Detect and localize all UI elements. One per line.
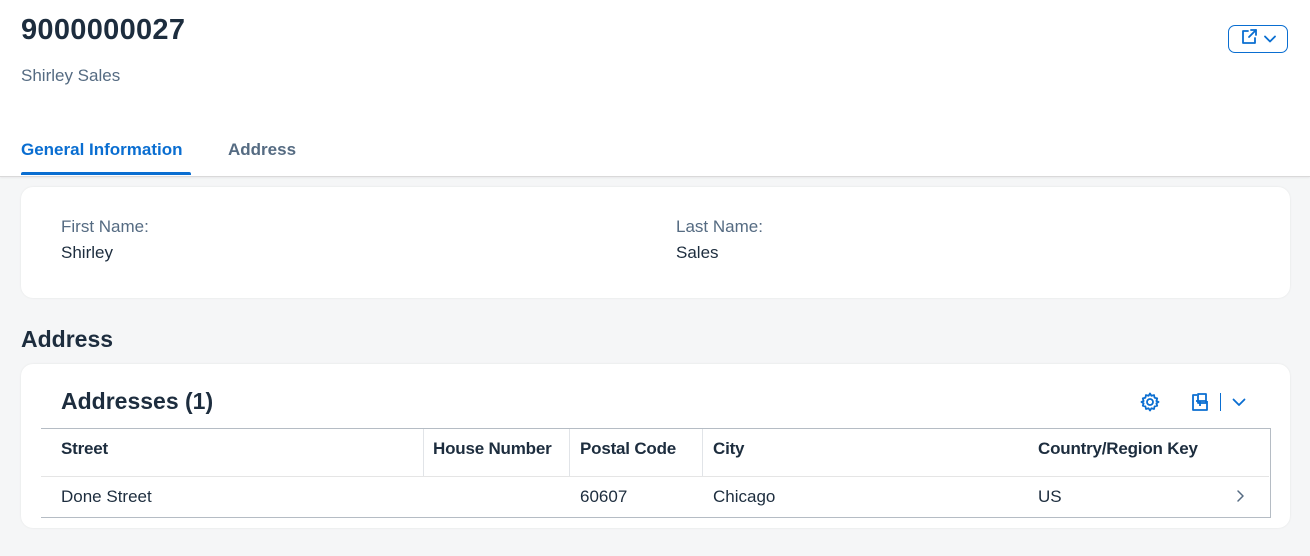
addresses-table-card: Addresses (1) Street House Number Postal — [21, 364, 1290, 528]
column-header-postal-code[interactable]: Postal Code — [580, 439, 676, 459]
tab-address[interactable]: Address — [228, 140, 296, 160]
row-navigation-chevron-icon[interactable] — [1235, 489, 1245, 508]
toolbar-separator — [1220, 393, 1221, 411]
first-name-value: Shirley — [61, 243, 113, 262]
object-page-header: 9000000027 Shirley Sales General Informa… — [0, 0, 1310, 177]
column-separator — [702, 429, 703, 476]
export-icon[interactable] — [1188, 390, 1212, 414]
settings-icon[interactable] — [1138, 390, 1162, 414]
chevron-down-icon — [1264, 30, 1276, 48]
column-header-country-region-key[interactable]: Country/Region Key — [1038, 439, 1198, 459]
general-information-card: First Name: Shirley Last Name: Sales — [21, 187, 1290, 298]
cell-country-region-key: US — [1038, 487, 1062, 506]
address-section-title: Address — [21, 326, 114, 352]
column-header-house-number[interactable]: House Number — [433, 439, 552, 459]
column-header-street[interactable]: Street — [61, 439, 108, 459]
cell-street: Done Street — [61, 487, 152, 506]
selected-tab-indicator — [21, 172, 191, 175]
column-separator — [423, 429, 424, 476]
addresses-table: Street House Number Postal Code City Cou… — [41, 428, 1271, 518]
addresses-table-title: Addresses (1) — [61, 388, 214, 414]
header-row-divider — [41, 476, 1269, 477]
last-name-value: Sales — [676, 243, 719, 262]
cell-city: Chicago — [713, 487, 776, 506]
cell-postal-code: 60607 — [580, 487, 628, 506]
share-icon — [1240, 28, 1258, 51]
export-menu-chevron-icon[interactable] — [1229, 392, 1249, 412]
share-menu-button[interactable] — [1228, 25, 1288, 53]
page-title: 9000000027 — [21, 14, 186, 46]
page-subtitle: Shirley Sales — [21, 66, 121, 85]
first-name-label: First Name: — [61, 217, 149, 236]
tab-general-information[interactable]: General Information — [21, 140, 183, 160]
last-name-label: Last Name: — [676, 217, 763, 236]
column-separator — [569, 429, 570, 476]
column-header-city[interactable]: City — [713, 439, 745, 459]
